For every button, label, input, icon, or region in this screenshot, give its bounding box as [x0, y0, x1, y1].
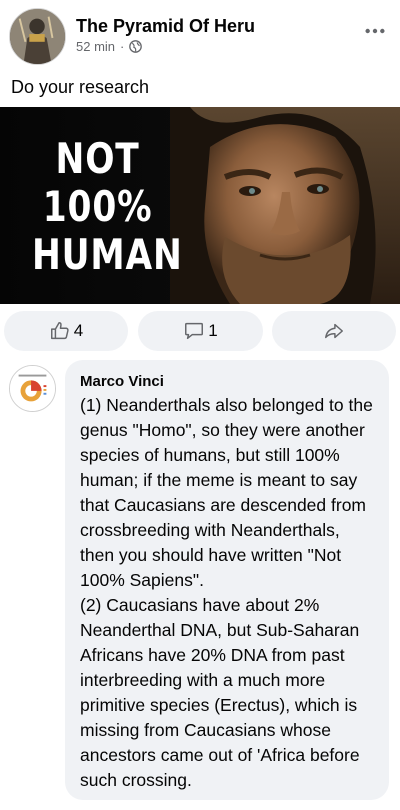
more-options-icon[interactable] — [362, 18, 388, 44]
thumbs-up-icon — [50, 322, 69, 340]
comment-count: 1 — [208, 321, 218, 340]
caption-line-2: 100% — [42, 182, 153, 231]
post-time[interactable]: 52 min — [76, 39, 115, 54]
page-name[interactable]: The Pyramid Of Heru — [76, 16, 255, 37]
like-button[interactable]: 4 — [4, 311, 128, 351]
post-meta: 52 min · — [76, 39, 143, 54]
comment-bubble: Marco Vinci (1) Neanderthals also belong… — [65, 360, 389, 800]
comment-button[interactable]: 1 — [138, 311, 263, 351]
globe-icon — [129, 40, 143, 53]
caption-line-1: NOT — [55, 134, 140, 183]
commenter-avatar-image — [10, 366, 55, 411]
like-count: 4 — [73, 321, 84, 340]
meta-separator: · — [120, 39, 125, 54]
comment-icon — [185, 322, 204, 340]
post-text: Do your research — [11, 77, 150, 97]
comment-author[interactable]: Marco Vinci — [80, 373, 377, 390]
action-bar: 4 1 — [0, 311, 400, 351]
share-button[interactable] — [272, 311, 396, 351]
neanderthal-face-image — [170, 107, 400, 304]
caption-line-3: HUMAN — [32, 230, 183, 279]
post-image[interactable]: NOT 100% HUMAN — [0, 107, 400, 304]
share-icon — [325, 323, 343, 339]
post-header: The Pyramid Of Heru 52 min · — [0, 0, 400, 70]
comment-text: (1) Neanderthals also belonged to the ge… — [80, 395, 373, 790]
commenter-avatar[interactable] — [9, 365, 56, 412]
avatar-statue-image — [10, 9, 65, 64]
page-avatar[interactable] — [9, 8, 66, 65]
image-caption: NOT 100% HUMAN — [32, 134, 183, 279]
